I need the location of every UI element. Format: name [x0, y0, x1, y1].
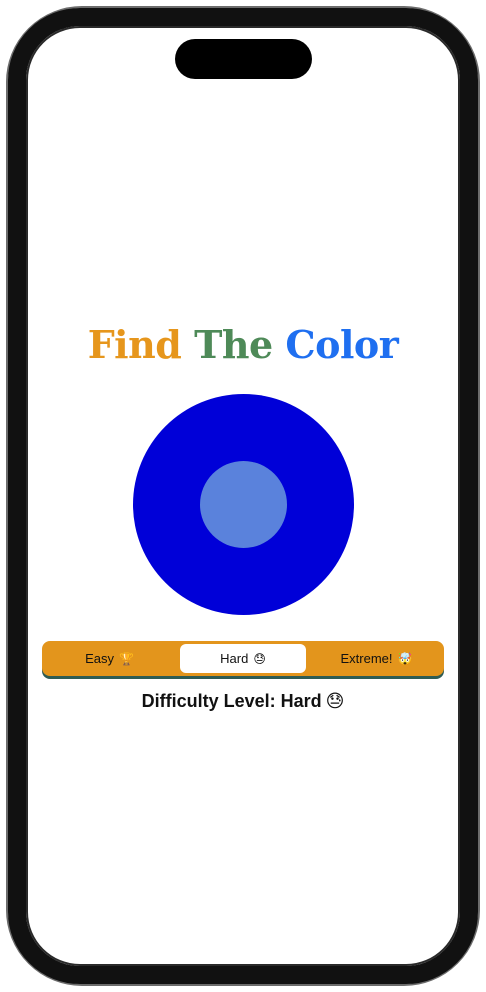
page-title: Find The Color	[0, 322, 486, 367]
difficulty-option-label: Easy	[85, 651, 114, 666]
difficulty-option-label: Extreme!	[340, 651, 393, 666]
difficulty-option-easy[interactable]: Easy 🏆	[45, 644, 174, 673]
trophy-icon: 🏆	[118, 651, 134, 666]
difficulty-picker[interactable]: Easy 🏆 Hard 😓 Extreme! 🤯	[42, 641, 444, 676]
difficulty-option-extreme[interactable]: Extreme! 🤯	[312, 644, 441, 673]
difficulty-option-hard[interactable]: Hard 😓	[180, 644, 306, 673]
sweat-face-icon: 😓	[325, 691, 345, 711]
exploding-head-icon: 🤯	[397, 651, 413, 666]
difficulty-status: Difficulty Level: Hard 😓	[0, 691, 486, 712]
difficulty-option-label: Hard	[220, 651, 249, 666]
title-word-the: The	[194, 322, 273, 367]
difficulty-status-prefix: Difficulty Level:	[141, 691, 276, 711]
difficulty-status-value: Hard	[280, 691, 322, 711]
color-target-inner-circle[interactable]	[200, 461, 287, 548]
title-word-find: Find	[87, 322, 182, 367]
color-target-outer-circle[interactable]	[133, 394, 354, 615]
dynamic-island	[175, 39, 312, 79]
title-word-color: Color	[285, 322, 399, 367]
sweat-face-icon: 😓	[253, 651, 266, 666]
